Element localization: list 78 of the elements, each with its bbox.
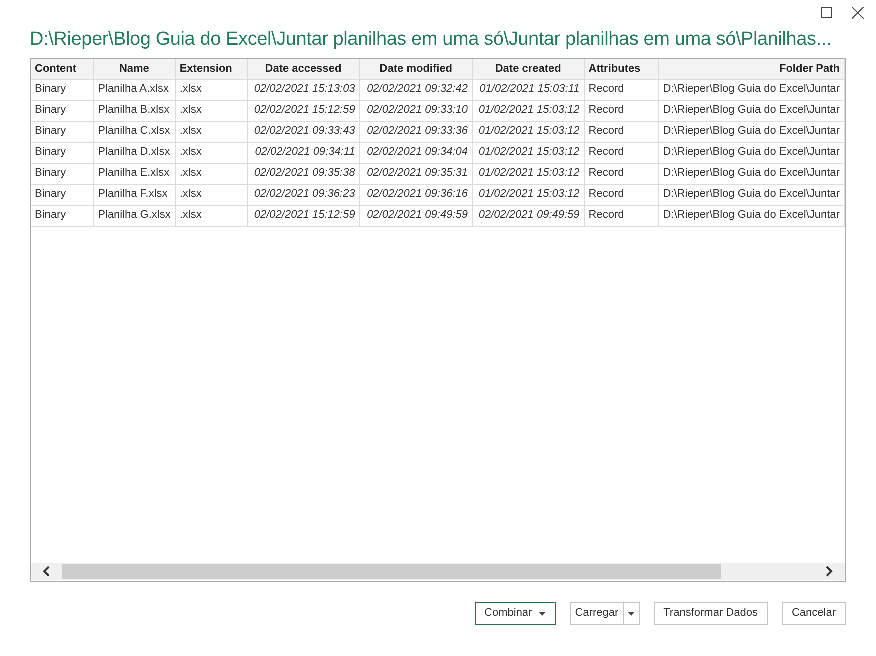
column-header[interactable]: Attributes	[584, 59, 659, 79]
window-title: D:\Rieper\Blog Guia do Excel\Juntar planilhas em uma só\Juntar planilhas em uma só\Planilhas...	[30, 28, 833, 52]
load-button[interactable]: Carregar	[571, 603, 624, 624]
table-cell: D:\Rieper\Blog Guia do Excel\Juntar	[658, 79, 844, 100]
table-cell: 02/02/2021 09:35:31	[360, 163, 472, 184]
load-split-button[interactable]: Carregar	[570, 602, 640, 625]
table-cell: 01/02/2021 15:03:12	[472, 100, 584, 121]
horizontal-scrollbar[interactable]	[31, 563, 845, 580]
table-cell: 02/02/2021 09:33:36	[360, 121, 472, 142]
scroll-left-icon[interactable]	[43, 566, 50, 577]
table-cell: Planilha G.xlsx	[94, 205, 176, 226]
table-cell: .xlsx	[175, 205, 248, 226]
table-cell: 02/02/2021 09:35:38	[247, 163, 360, 184]
table-cell: Record	[584, 79, 659, 100]
table-cell: 02/02/2021 15:12:59	[247, 100, 360, 121]
table-cell: Binary	[31, 184, 94, 205]
table-cell: 02/02/2021 09:34:11	[247, 142, 360, 163]
column-header[interactable]: Name	[94, 59, 176, 79]
table-cell: .xlsx	[175, 121, 248, 142]
combine-button[interactable]: Combinar	[474, 602, 556, 625]
table-cell: Planilha C.xlsx	[94, 121, 176, 142]
table-cell: Record	[584, 142, 659, 163]
table-cell: Binary	[31, 100, 94, 121]
table-cell: Binary	[31, 79, 94, 100]
table-cell: Planilha B.xlsx	[94, 100, 176, 121]
table-cell: 02/02/2021 09:49:59	[360, 205, 472, 226]
table-cell: Binary	[31, 163, 94, 184]
table-cell: 02/02/2021 09:36:23	[247, 184, 360, 205]
table-cell: .xlsx	[175, 142, 248, 163]
table-cell: 01/02/2021 15:03:12	[472, 121, 584, 142]
dialog-button[interactable]: Cancelar	[782, 602, 846, 625]
table-cell: 02/02/2021 15:13:03	[247, 79, 360, 100]
column-header[interactable]: Folder Path	[658, 59, 844, 79]
table-cell: Planilha F.xlsx	[94, 184, 176, 205]
table-cell: Planilha D.xlsx	[94, 142, 176, 163]
table-cell: Binary	[31, 142, 94, 163]
table-cell: D:\Rieper\Blog Guia do Excel\Juntar	[658, 100, 844, 121]
column-header[interactable]: Date modified	[360, 59, 472, 79]
table-cell: Record	[584, 184, 659, 205]
table-cell: .xlsx	[175, 184, 248, 205]
table-cell: D:\Rieper\Blog Guia do Excel\Juntar	[658, 205, 844, 226]
table-cell: .xlsx	[175, 163, 248, 184]
table-cell: D:\Rieper\Blog Guia do Excel\Juntar	[658, 121, 844, 142]
table-cell: .xlsx	[175, 79, 248, 100]
table-cell: 02/02/2021 09:34:04	[360, 142, 472, 163]
column-header[interactable]: Date created	[472, 59, 584, 79]
table-cell: 02/02/2021 09:49:59	[472, 205, 584, 226]
table-cell: Planilha A.xlsx	[94, 79, 176, 100]
table-cell: 01/02/2021 15:03:11	[472, 79, 584, 100]
table-cell: 02/02/2021 09:32:42	[360, 79, 472, 100]
table-cell: 02/02/2021 09:33:10	[360, 100, 472, 121]
column-header[interactable]: Date accessed	[247, 59, 360, 79]
table-cell: D:\Rieper\Blog Guia do Excel\Juntar	[658, 163, 844, 184]
table-cell: Record	[584, 121, 659, 142]
caret-icon	[539, 612, 546, 616]
dialog-button[interactable]: Transformar Dados	[654, 602, 768, 625]
table-cell: Record	[584, 163, 659, 184]
close-icon[interactable]	[852, 7, 864, 19]
table-cell: Record	[584, 100, 659, 121]
table-cell: 02/02/2021 09:36:16	[360, 184, 472, 205]
table-cell: Record	[584, 205, 659, 226]
table-cell: 01/02/2021 15:03:12	[472, 142, 584, 163]
table-cell: D:\Rieper\Blog Guia do Excel\Juntar	[658, 184, 844, 205]
scroll-right-icon[interactable]	[826, 566, 833, 577]
table-cell: .xlsx	[175, 100, 248, 121]
column-header[interactable]: Extension	[175, 59, 248, 79]
table-cell: D:\Rieper\Blog Guia do Excel\Juntar	[658, 142, 844, 163]
table-cell: Binary	[31, 121, 94, 142]
table-cell: Planilha E.xlsx	[94, 163, 176, 184]
table-cell: 01/02/2021 15:03:12	[472, 163, 584, 184]
table-cell: Binary	[31, 205, 94, 226]
table-cell: 02/02/2021 09:33:43	[247, 121, 360, 142]
scrollbar-thumb[interactable]	[62, 564, 721, 579]
column-header[interactable]: Content	[31, 59, 94, 79]
table-cell: 01/02/2021 15:03:12	[472, 184, 584, 205]
maximize-icon[interactable]	[821, 7, 832, 18]
caret-icon	[628, 612, 635, 616]
table-cell: 02/02/2021 15:12:59	[247, 205, 360, 226]
